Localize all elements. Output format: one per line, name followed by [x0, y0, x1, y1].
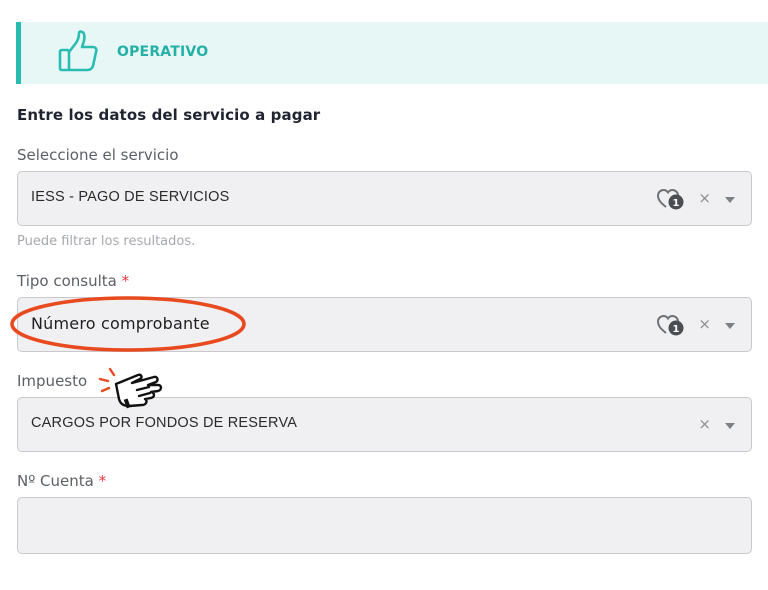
- impuesto-label: Impuesto: [17, 372, 88, 390]
- form-section-title: Entre los datos del servicio a pagar: [17, 106, 321, 124]
- svg-text:1: 1: [673, 198, 680, 209]
- chevron-down-icon[interactable]: [725, 197, 735, 203]
- cuenta-input[interactable]: [17, 497, 752, 554]
- thumbs-up-icon: [58, 30, 98, 72]
- servicio-clear-icon[interactable]: ×: [698, 189, 711, 207]
- servicio-value: IESS - PAGO DE SERVICIOS: [31, 189, 230, 205]
- impuesto-value: CARGOS POR FONDOS DE RESERVA: [31, 415, 298, 431]
- svg-text:1: 1: [673, 324, 680, 335]
- required-marker: *: [121, 272, 130, 290]
- banner-title: OPERATIVO: [117, 44, 209, 60]
- chevron-down-icon[interactable]: [725, 323, 735, 329]
- chevron-down-icon[interactable]: [725, 423, 735, 429]
- servicio-hint: Puede filtrar los resultados.: [17, 234, 196, 249]
- impuesto-clear-icon[interactable]: ×: [698, 415, 711, 433]
- tipo-consulta-select[interactable]: Número comprobante 1 ×: [17, 297, 752, 352]
- tipo-consulta-label-text: Tipo consulta: [17, 272, 117, 290]
- tipo-consulta-label: Tipo consulta *: [17, 272, 129, 290]
- cuenta-label: Nº Cuenta *: [17, 472, 106, 490]
- servicio-label: Seleccione el servicio: [17, 146, 179, 164]
- favorite-count-icon[interactable]: 1: [657, 187, 685, 211]
- hand-pointer-icon: [98, 367, 163, 409]
- required-marker: *: [98, 472, 107, 490]
- status-banner: OPERATIVO: [16, 22, 768, 84]
- cuenta-label-text: Nº Cuenta: [17, 472, 94, 490]
- tipo-consulta-value: Número comprobante: [31, 314, 210, 333]
- servicio-select[interactable]: IESS - PAGO DE SERVICIOS 1 ×: [17, 171, 752, 226]
- tipo-consulta-clear-icon[interactable]: ×: [698, 315, 711, 333]
- favorite-count-icon[interactable]: 1: [657, 313, 685, 337]
